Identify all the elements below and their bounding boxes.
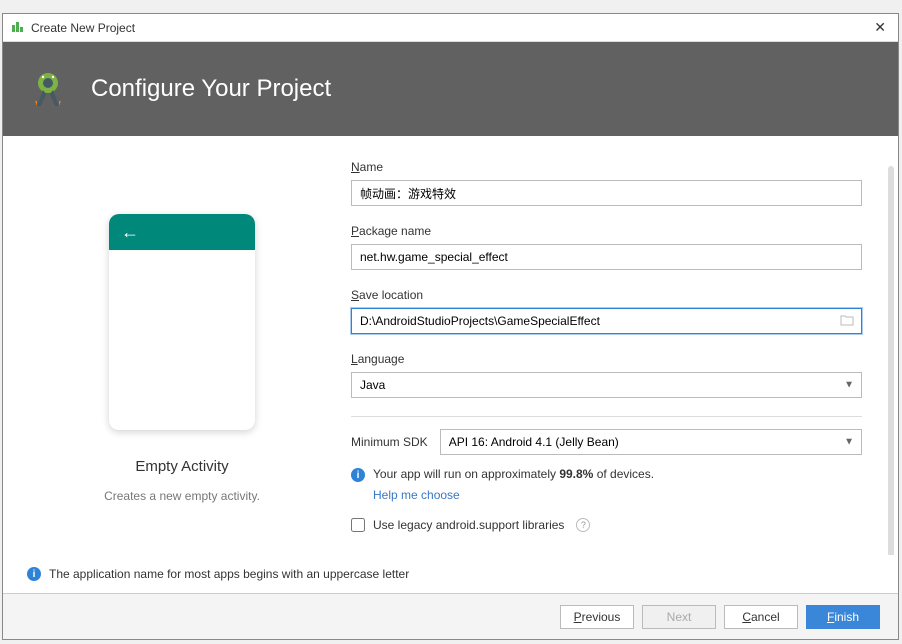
help-me-choose-link[interactable]: Help me choose <box>373 488 460 502</box>
validation-message: i The application name for most apps beg… <box>3 555 898 593</box>
language-label: Language <box>351 352 862 366</box>
info-icon: i <box>27 567 41 581</box>
form-panel: Name Package name Save location <box>337 160 874 555</box>
finish-button[interactable]: Finish <box>806 605 880 629</box>
template-description: Creates a new empty activity. <box>104 489 260 503</box>
back-arrow-icon: ← <box>121 222 139 243</box>
legacy-libraries-checkbox[interactable] <box>351 518 365 532</box>
phone-mockup: ← <box>109 214 255 430</box>
info-icon: i <box>351 468 365 482</box>
scrollbar[interactable] <box>888 166 894 555</box>
name-label: Name <box>351 160 862 174</box>
package-label: Package name <box>351 224 862 238</box>
window-title: Create New Project <box>31 21 135 35</box>
save-location-input[interactable] <box>351 308 862 334</box>
min-sdk-select[interactable] <box>440 429 862 455</box>
browse-folder-icon[interactable] <box>840 313 854 329</box>
name-input[interactable] <box>351 180 862 206</box>
previous-button[interactable]: Previous <box>560 605 634 629</box>
template-preview-panel: ← Empty Activity Creates a new empty act… <box>27 160 337 555</box>
cancel-button[interactable]: Cancel <box>724 605 798 629</box>
close-icon[interactable]: ✕ <box>874 19 886 36</box>
android-studio-icon <box>11 19 25 36</box>
help-icon[interactable]: ? <box>576 518 590 532</box>
page-title: Configure Your Project <box>91 75 331 103</box>
android-studio-logo-icon <box>27 68 69 110</box>
save-location-label: Save location <box>351 288 862 302</box>
footer: Previous Next Cancel Finish <box>3 593 898 639</box>
phone-statusbar: ← <box>109 214 255 250</box>
template-name: Empty Activity <box>135 458 228 475</box>
header: Configure Your Project <box>3 42 898 136</box>
divider <box>351 416 862 417</box>
min-sdk-label: Minimum SDK <box>351 435 428 449</box>
next-button: Next <box>642 605 716 629</box>
titlebar: Create New Project ✕ <box>3 14 898 42</box>
legacy-libraries-label: Use legacy android.support libraries <box>373 518 564 532</box>
package-input[interactable] <box>351 244 862 270</box>
device-coverage-text: Your app will run on approximately 99.8%… <box>373 467 654 481</box>
language-select[interactable] <box>351 372 862 398</box>
